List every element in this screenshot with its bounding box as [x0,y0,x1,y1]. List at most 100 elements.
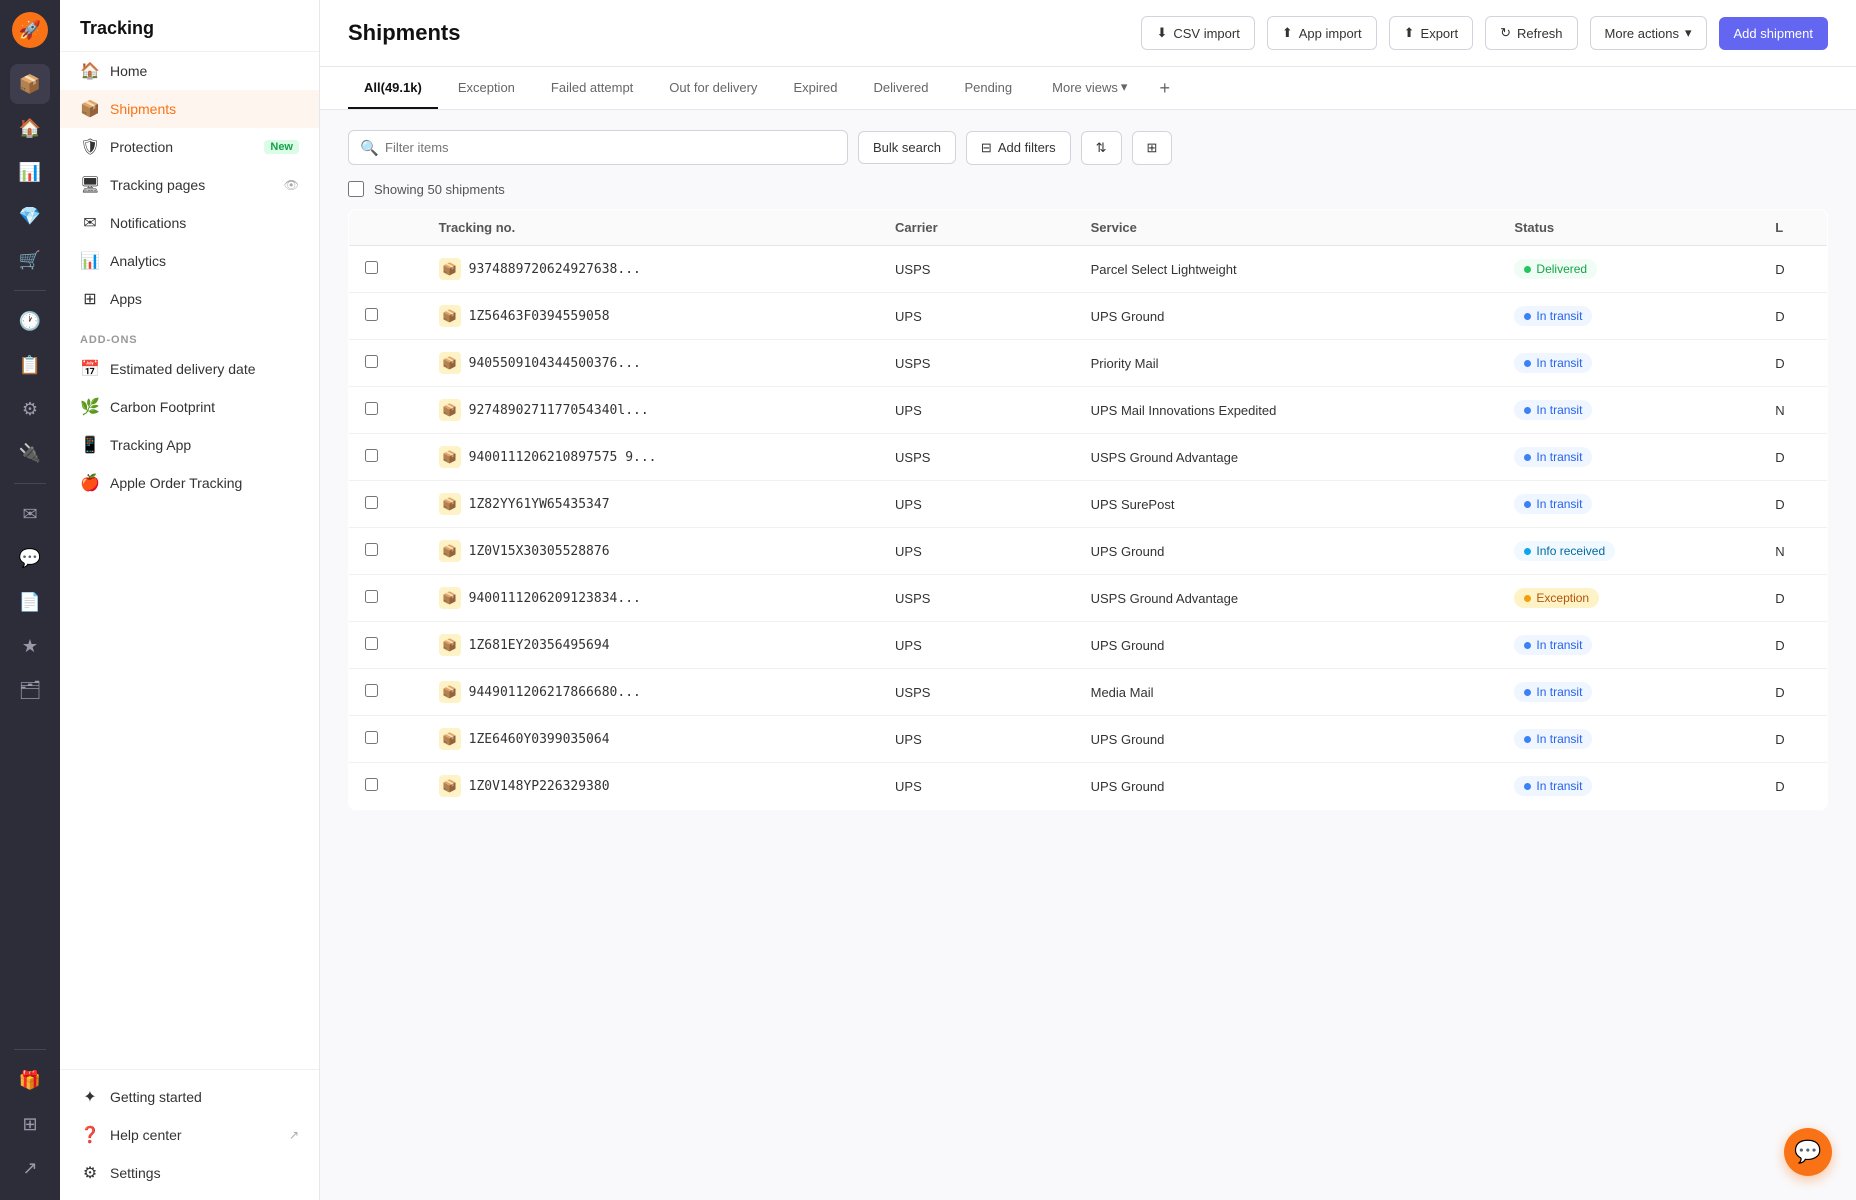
export-button[interactable]: ⬆ Export [1389,16,1473,50]
row-last-cell: D [1759,293,1827,340]
left-nav-title: Tracking [60,0,319,52]
tab-delivered[interactable]: Delivered [858,68,945,109]
more-actions-button[interactable]: More actions ▾ [1590,16,1707,50]
add-filters-button[interactable]: ⊟ Add filters [966,131,1071,165]
app-import-icon: ⬆ [1282,25,1293,41]
nav-item-carbon[interactable]: 🌿 Carbon Footprint [60,388,319,426]
tracking-number[interactable]: 1Z82YY61YW65435347 [469,497,610,512]
tracking-number[interactable]: 1Z56463F0394559058 [469,309,610,324]
status-badge: In transit [1514,729,1592,749]
row-checkbox-2[interactable] [365,355,378,368]
nav-item-shipments[interactable]: 📦 Shipments [60,90,319,128]
page-title: Shipments [348,20,460,46]
refresh-button[interactable]: ↻ Refresh [1485,16,1577,50]
row-checkbox-cell [349,763,423,810]
nav-item-analytics[interactable]: 📊 Analytics [60,242,319,280]
shipments-table: Tracking no. Carrier Service Status L 📦 … [348,209,1828,810]
add-shipment-button[interactable]: Add shipment [1719,17,1829,50]
sidebar-icon-home[interactable]: 🏠 [10,108,50,148]
tab-failed-attempt[interactable]: Failed attempt [535,68,649,109]
status-badge: In transit [1514,353,1592,373]
nav-item-protection[interactable]: 🛡 Protection New [60,128,319,166]
table-area: 🔍 Bulk search ⊟ Add filters ⇅ ⊞ Showing … [320,110,1856,1200]
row-checkbox-0[interactable] [365,261,378,274]
row-tracking-cell: 📦 1Z681EY20356495694 [423,622,879,669]
row-checkbox-8[interactable] [365,637,378,650]
sidebar-icon-star[interactable]: ★ [10,626,50,666]
sidebar-icon-list[interactable]: 📄 [10,582,50,622]
nav-item-tracking-pages[interactable]: 🖥 Tracking pages 👁 [60,166,319,204]
sort-button[interactable]: ⇅ [1081,131,1122,165]
row-last-cell: D [1759,669,1827,716]
row-checkbox-10[interactable] [365,731,378,744]
tab-pending[interactable]: Pending [948,68,1028,109]
row-tracking-cell: 📦 9449011206217866680... [423,669,879,716]
chat-button[interactable]: 💬 [1784,1128,1832,1176]
tab-expired[interactable]: Expired [777,68,853,109]
nav-item-help-center[interactable]: ❓ Help center ↗ [60,1116,319,1154]
tab-exception[interactable]: Exception [442,68,531,109]
sidebar-icon-integrations[interactable]: 💎 [10,196,50,236]
row-checkbox-3[interactable] [365,402,378,415]
row-checkbox-11[interactable] [365,778,378,791]
status-badge: In transit [1514,494,1592,514]
sidebar-icon-plugins[interactable]: 🔌 [10,433,50,473]
row-carrier-cell: UPS [879,763,1075,810]
bulk-search-button[interactable]: Bulk search [858,131,956,164]
tracking-number[interactable]: 9274890271177054340l... [469,403,649,418]
nav-item-tracking-app[interactable]: 📱 Tracking App [60,426,319,464]
status-dot [1524,689,1531,696]
sidebar-icon-email[interactable]: ✉ [10,494,50,534]
tracking-number[interactable]: 9405509104344500376... [469,356,641,371]
sidebar-icon-chat[interactable]: 💬 [10,538,50,578]
nav-item-notifications[interactable]: ✉ Notifications [60,204,319,242]
select-all-checkbox[interactable] [348,181,364,197]
sidebar-icon-analytics[interactable]: 📊 [10,152,50,192]
tracking-number[interactable]: 9374889720624927638... [469,262,641,277]
tracking-pages-icon: 🖥 [80,175,100,195]
csv-import-button[interactable]: ⬇ CSV import [1141,16,1254,50]
row-carrier-cell: UPS [879,387,1075,434]
tab-out-for-delivery[interactable]: Out for delivery [653,68,773,109]
row-checkbox-5[interactable] [365,496,378,509]
tracking-number[interactable]: 9400111206209123834... [469,591,641,606]
tracking-number[interactable]: 9449011206217866680... [469,685,641,700]
sidebar-icon-expand[interactable]: ↗ [10,1148,50,1188]
columns-button[interactable]: ⊞ [1132,131,1173,165]
add-tab-button[interactable]: + [1151,70,1178,107]
table-row: 📦 9274890271177054340l... UPS UPS Mail I… [349,387,1828,434]
tracking-number[interactable]: 9400111206210897575 9... [469,450,657,465]
sidebar-icon-card[interactable]: 🗂 [10,670,50,710]
tracking-number[interactable]: 1ZE6460Y0399035064 [469,732,610,747]
row-checkbox-cell [349,528,423,575]
row-checkbox-9[interactable] [365,684,378,697]
app-import-button[interactable]: ⬆ App import [1267,16,1377,50]
status-label: In transit [1536,309,1582,323]
sidebar-icon-history[interactable]: 🕐 [10,301,50,341]
row-checkbox-cell [349,293,423,340]
tracking-number[interactable]: 1Z681EY20356495694 [469,638,610,653]
sidebar-icon-reports[interactable]: 📋 [10,345,50,385]
sidebar-icon-gift[interactable]: 🎁 [10,1060,50,1100]
tracking-pages-eye-icon: 👁 [284,178,299,192]
nav-item-getting-started[interactable]: ✦ Getting started [60,1078,319,1116]
nav-item-edd[interactable]: 📅 Estimated delivery date [60,350,319,388]
tracking-number[interactable]: 1Z0V148YP226329380 [469,779,610,794]
sidebar-icon-orders[interactable]: 🛒 [10,240,50,280]
brand-logo[interactable]: 🚀 [12,12,48,48]
sidebar-icon-tracking[interactable]: 📦 [10,64,50,104]
row-checkbox-6[interactable] [365,543,378,556]
nav-item-settings[interactable]: ⚙ Settings [60,1154,319,1192]
search-input[interactable] [348,130,848,165]
sidebar-icon-settings[interactable]: ⚙ [10,389,50,429]
row-checkbox-7[interactable] [365,590,378,603]
tab-more-views[interactable]: More views ▾ [1036,67,1143,109]
nav-item-apps[interactable]: ⊞ Apps [60,280,319,318]
row-checkbox-1[interactable] [365,308,378,321]
tracking-number[interactable]: 1Z0V15X30305528876 [469,544,610,559]
sidebar-icon-grid[interactable]: ⊞ [10,1104,50,1144]
nav-item-home[interactable]: 🏠 Home [60,52,319,90]
nav-item-apple-tracking[interactable]: 🍎 Apple Order Tracking [60,464,319,502]
tab-all[interactable]: All(49.1k) [348,68,438,109]
row-checkbox-4[interactable] [365,449,378,462]
